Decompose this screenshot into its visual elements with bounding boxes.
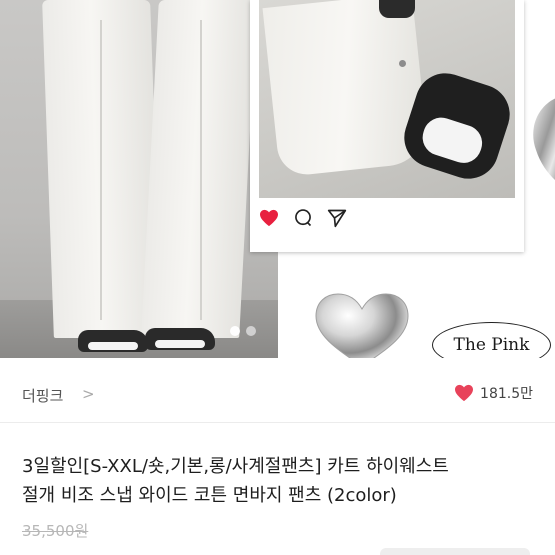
shop-name-link[interactable]: 더핑크 xyxy=(22,385,63,406)
polaroid-action-bar xyxy=(258,207,348,229)
comment-icon xyxy=(292,207,314,229)
share-icon xyxy=(326,207,348,229)
heart-icon xyxy=(258,207,280,229)
product-photo-pants xyxy=(0,0,278,358)
brand-logo-text: The Pink xyxy=(453,335,530,355)
page-dot-active[interactable] xyxy=(230,326,240,336)
photo-arm xyxy=(379,0,415,18)
shop-info-row[interactable]: 더핑크 > 181.5만 xyxy=(0,358,555,423)
pants-crease xyxy=(200,20,202,320)
polaroid-card xyxy=(250,0,524,252)
page-dot[interactable] xyxy=(246,326,256,336)
polaroid-photo xyxy=(259,0,515,198)
heart-icon[interactable] xyxy=(454,384,474,402)
bottom-sheet-edge xyxy=(380,548,530,555)
brand-logo: The Pink xyxy=(432,322,551,358)
photo-snap-button xyxy=(399,60,406,67)
product-title-line: 절개 비조 스냅 와이드 코튼 면바지 팬츠 (2color) xyxy=(22,485,397,506)
gallery-page-indicator[interactable] xyxy=(230,326,256,336)
product-title-line: 3일할인[S-XXL/숏,기본,롱/사계절팬츠] 카트 하이웨스트 xyxy=(22,456,449,477)
chrome-heart-sticker xyxy=(312,290,412,358)
chrome-heart-sticker xyxy=(522,98,555,192)
product-title: 3일할인[S-XXL/숏,기본,롱/사계절팬츠] 카트 하이웨스트 절개 비조 … xyxy=(22,452,537,510)
original-price: 35,500원 xyxy=(22,522,89,540)
shoe-right xyxy=(145,328,215,350)
shoe-left xyxy=(78,330,148,352)
chevron-right-icon[interactable]: > xyxy=(82,385,95,403)
pants-crease xyxy=(100,20,102,320)
like-count: 181.5만 xyxy=(480,386,533,402)
pants-leg-right xyxy=(141,0,257,338)
product-image-gallery[interactable]: The Pink xyxy=(0,0,555,358)
shop-like-button[interactable]: 181.5만 xyxy=(454,383,533,403)
photo-pants xyxy=(262,0,430,178)
